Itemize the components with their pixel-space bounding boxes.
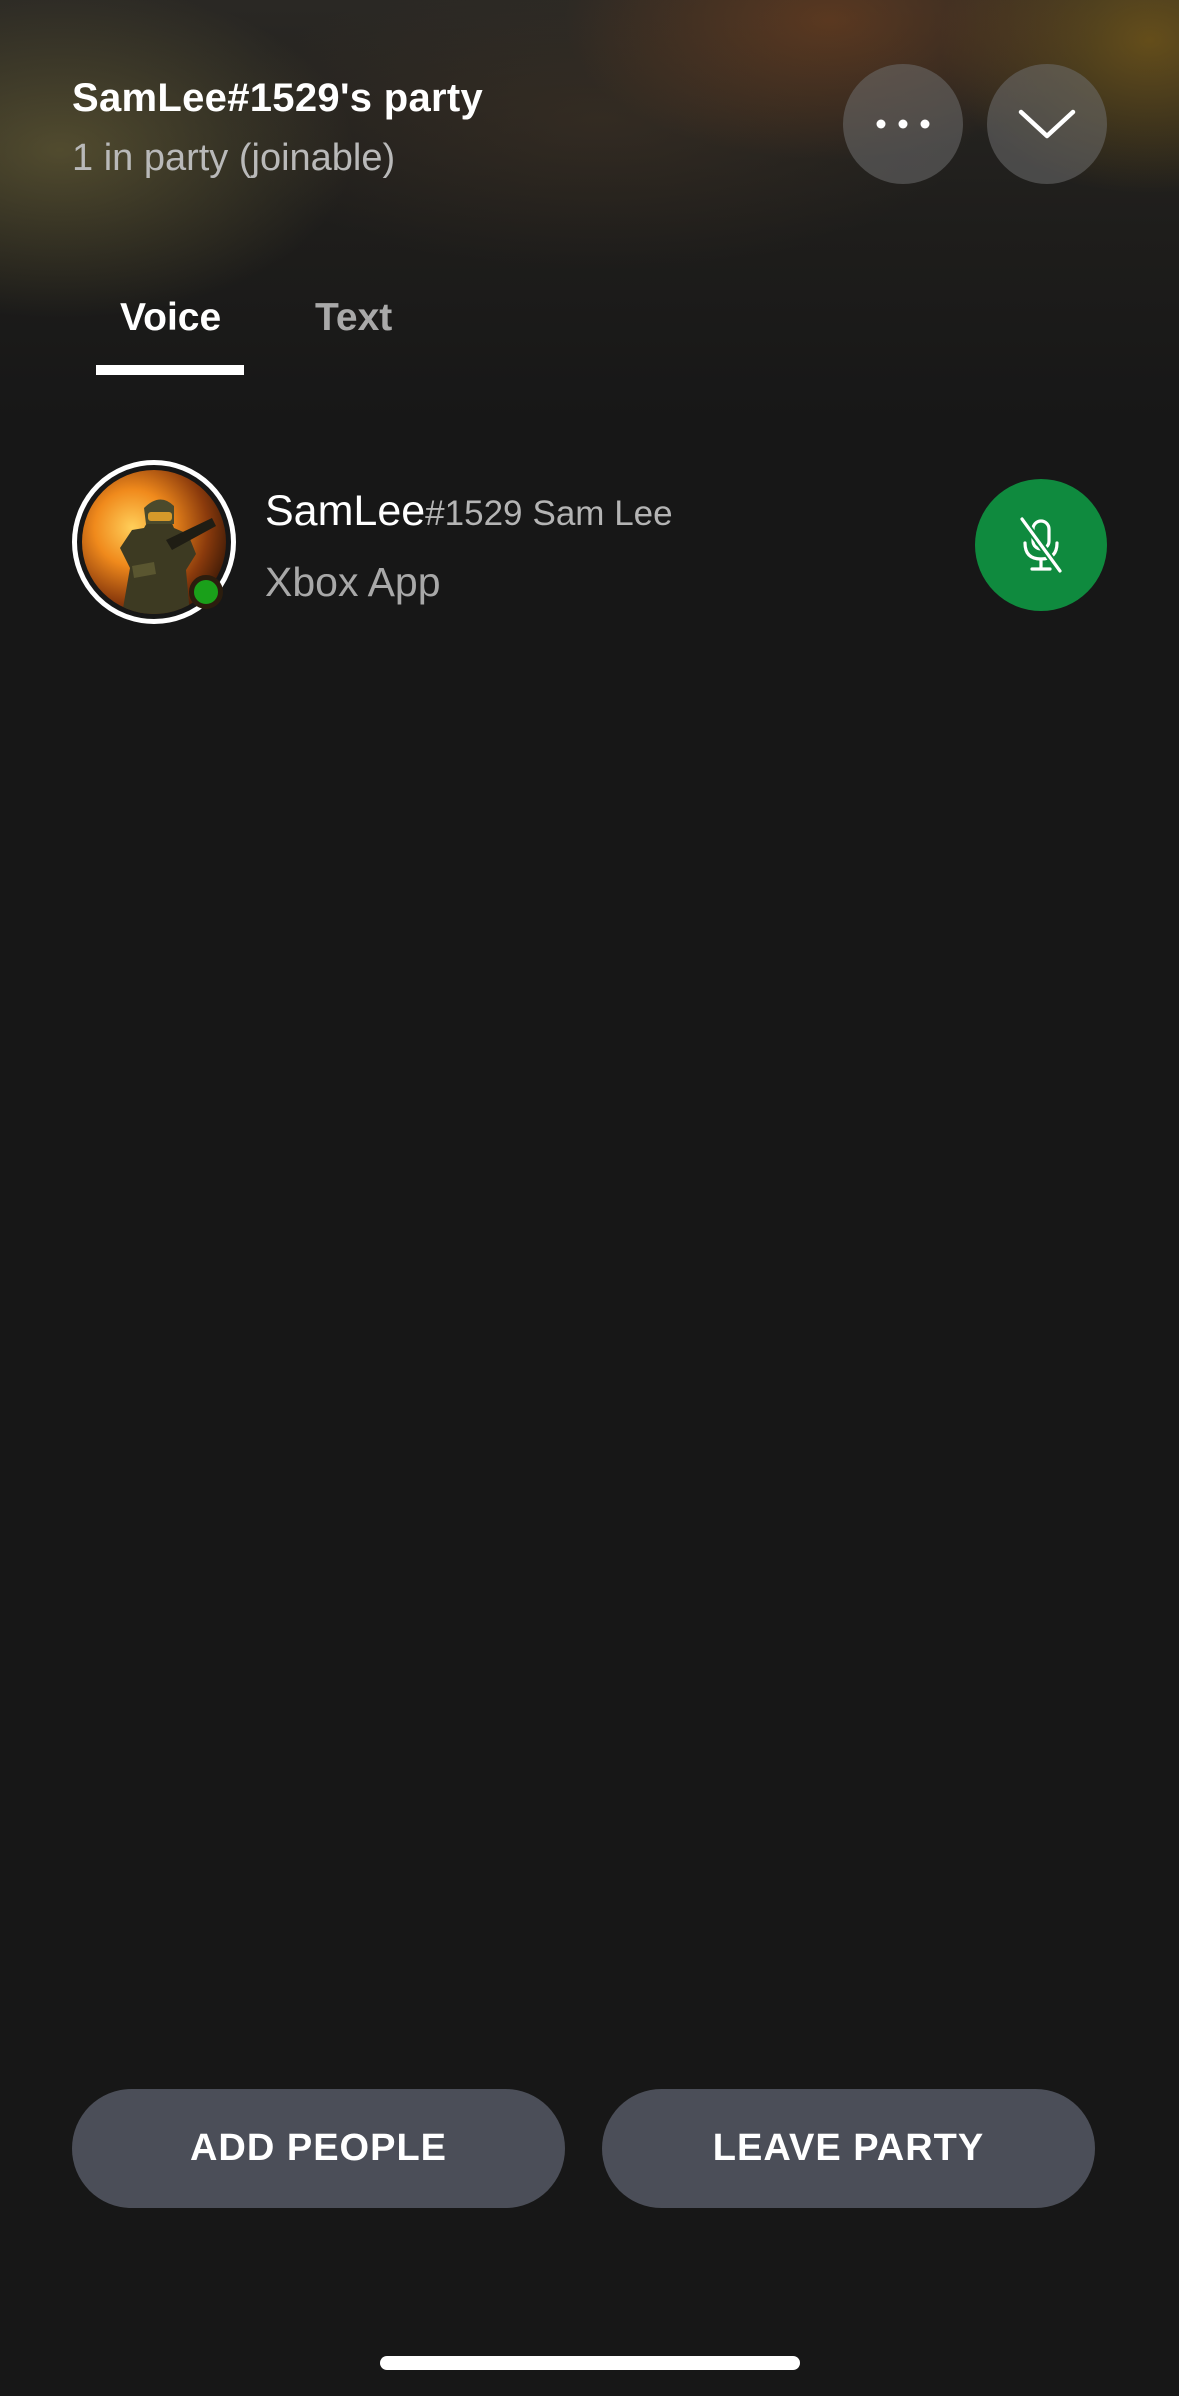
party-subtitle: 1 in party (joinable): [72, 137, 396, 179]
more-horizontal-icon: [876, 119, 930, 129]
presence-online-indicator: [189, 575, 223, 609]
party-header: SamLee#1529's party 1 in party (joinable…: [72, 72, 483, 184]
chevron-down-icon: [1018, 109, 1076, 139]
member-real-name: Sam Lee: [532, 494, 673, 533]
party-title: SamLee#1529's party: [72, 76, 484, 120]
add-people-button[interactable]: ADD PEOPLE: [72, 2089, 565, 2208]
home-indicator[interactable]: [380, 2356, 800, 2370]
member-gamertag: SamLee: [265, 487, 426, 535]
member-name-line: SamLee#1529 Sam Lee: [265, 486, 673, 546]
tab-text[interactable]: Text: [315, 290, 392, 346]
more-options-button[interactable]: [843, 64, 963, 184]
member-status: Xbox App: [265, 559, 441, 605]
microphone-off-icon: [1018, 515, 1064, 575]
avatar[interactable]: [72, 460, 236, 624]
collapse-button[interactable]: [987, 64, 1107, 184]
tab-selected-indicator: [96, 365, 244, 375]
member-gamertag-suffix: #1529: [425, 494, 523, 533]
party-member-row[interactable]: SamLee#1529 Sam Lee Xbox App: [72, 460, 1107, 632]
tab-voice[interactable]: Voice: [120, 290, 221, 346]
header-background: [0, 0, 1179, 420]
leave-party-button[interactable]: LEAVE PARTY: [602, 2089, 1095, 2208]
mute-button[interactable]: [975, 479, 1107, 611]
